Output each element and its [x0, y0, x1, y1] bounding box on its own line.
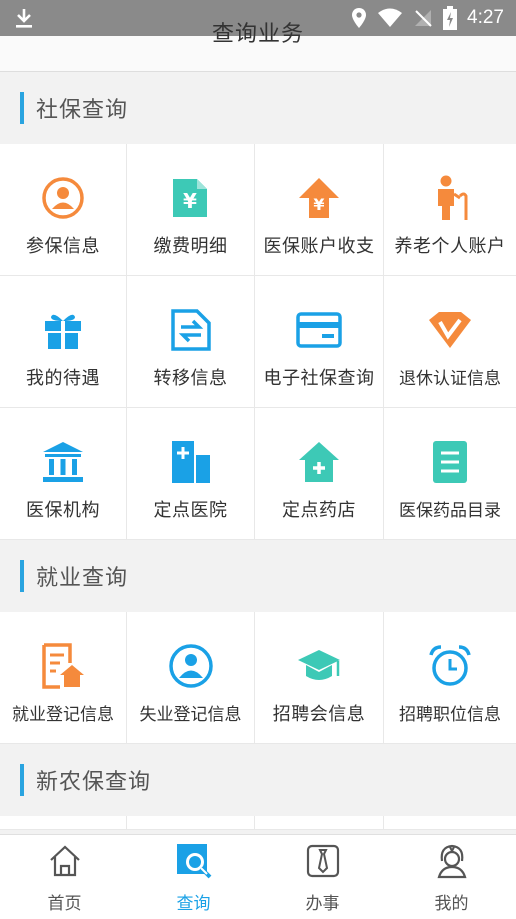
search-icon: [176, 843, 212, 879]
section-header-rural-insurance: 新农保查询: [0, 744, 516, 816]
content-scroll[interactable]: 社保查询 参保信息 ¥ 缴费明细 ¥ 医保账户收支 养老个人账户 我的待遇 转移…: [0, 72, 516, 834]
grid-item-partial[interactable]: [127, 816, 255, 830]
grid-item-label: 医保机构: [26, 500, 100, 521]
grid-item-job-position-info[interactable]: 招聘职位信息: [384, 612, 516, 744]
yuan-document-icon: ¥: [167, 174, 215, 222]
bottom-tab-bar: 首页 查询 办事 我的: [0, 834, 516, 919]
grid-item-employment-registration[interactable]: 就业登记信息: [0, 612, 127, 744]
grid-item-pension-account[interactable]: 养老个人账户: [384, 144, 516, 276]
tie-icon: [305, 843, 341, 879]
person-circle-icon: [39, 174, 87, 222]
employment-grid: 就业登记信息 失业登记信息 招聘会信息 招聘职位信息: [0, 612, 516, 744]
section-accent-bar: [20, 560, 24, 592]
list-document-icon: [426, 438, 474, 486]
social-security-grid: 参保信息 ¥ 缴费明细 ¥ 医保账户收支 养老个人账户 我的待遇 转移信息 电子…: [0, 144, 516, 540]
grid-item-label: 医保药品目录: [399, 501, 501, 521]
hospital-icon: [167, 438, 215, 486]
badge-v-icon: [426, 306, 474, 354]
section-title: 新农保查询: [36, 770, 152, 795]
grid-item-partial[interactable]: [0, 816, 127, 830]
elderly-person-icon: [426, 174, 474, 222]
grid-item-partial[interactable]: [255, 816, 384, 830]
grid-item-label: 我的待遇: [26, 368, 100, 389]
section-title: 就业查询: [36, 566, 129, 591]
institution-icon: [39, 438, 87, 486]
grid-item-label: 转移信息: [153, 368, 228, 389]
rural-insurance-grid: [0, 816, 516, 830]
grid-item-retirement-cert[interactable]: 退休认证信息: [384, 276, 516, 408]
grid-item-medical-institution[interactable]: 医保机构: [0, 408, 127, 540]
user-icon: [434, 843, 470, 879]
grid-item-label: 医保账户收支: [263, 236, 375, 257]
grid-item-job-fair-info[interactable]: 招聘会信息: [255, 612, 384, 744]
grid-item-transfer-info[interactable]: 转移信息: [127, 276, 255, 408]
alarm-clock-icon: [426, 642, 474, 690]
grid-item-payment-details[interactable]: ¥ 缴费明细: [127, 144, 255, 276]
home-icon: [47, 843, 83, 879]
person-badge-icon: [167, 642, 215, 690]
tab-services[interactable]: 办事: [258, 835, 387, 919]
wifi-icon: [377, 8, 403, 28]
grid-item-label: 养老个人账户: [394, 236, 506, 257]
grid-item-label: 缴费明细: [153, 236, 228, 257]
svg-text:¥: ¥: [183, 189, 197, 213]
no-signal-icon: [413, 8, 433, 28]
section-accent-bar: [20, 764, 24, 796]
grid-item-my-benefits[interactable]: 我的待遇: [0, 276, 127, 408]
page-title: 查询业务: [211, 22, 304, 47]
tab-label: 首页: [47, 894, 82, 914]
location-icon: [351, 7, 367, 29]
tab-mine[interactable]: 我的: [387, 835, 516, 919]
download-icon: [14, 7, 34, 29]
yuan-arrow-icon: ¥: [295, 174, 343, 222]
pharmacy-icon: [295, 438, 343, 486]
svg-text:¥: ¥: [313, 195, 324, 214]
tab-label: 查询: [176, 894, 211, 914]
section-header-employment: 就业查询: [0, 540, 516, 612]
grid-item-label: 招聘会信息: [272, 704, 366, 725]
section-header-social-security: 社保查询: [0, 72, 516, 144]
grid-item-drug-catalog[interactable]: 医保药品目录: [384, 408, 516, 540]
grid-item-medical-account[interactable]: ¥ 医保账户收支: [255, 144, 384, 276]
grid-item-label: 参保信息: [26, 236, 100, 257]
title-bar: 查询业务: [0, 24, 516, 72]
grid-item-insurance-info[interactable]: 参保信息: [0, 144, 127, 276]
tab-home[interactable]: 首页: [0, 835, 129, 919]
status-time: 4:27: [467, 7, 504, 28]
tab-query[interactable]: 查询: [129, 835, 258, 919]
grid-item-label: 招聘职位信息: [399, 705, 501, 725]
grid-item-label: 就业登记信息: [12, 705, 114, 725]
grid-item-label: 定点药店: [282, 500, 356, 521]
grid-item-label: 退休认证信息: [399, 369, 501, 389]
grid-item-e-social-card[interactable]: 电子社保查询: [255, 276, 384, 408]
section-accent-bar: [20, 92, 24, 124]
tab-label: 我的: [434, 894, 469, 914]
grid-item-label: 定点医院: [153, 500, 228, 521]
grid-item-unemployment-registration[interactable]: 失业登记信息: [127, 612, 255, 744]
transfer-document-icon: [167, 306, 215, 354]
grid-item-partial[interactable]: [384, 816, 516, 830]
grid-item-designated-hospital[interactable]: 定点医院: [127, 408, 255, 540]
grid-item-label: 失业登记信息: [139, 705, 242, 725]
register-home-icon: [39, 642, 87, 690]
grid-item-designated-pharmacy[interactable]: 定点药店: [255, 408, 384, 540]
grid-item-label: 电子社保查询: [263, 368, 375, 389]
tab-label: 办事: [305, 894, 340, 914]
battery-charging-icon: [443, 6, 458, 30]
section-title: 社保查询: [36, 98, 129, 123]
gift-icon: [39, 306, 87, 354]
graduation-cap-icon: [295, 642, 343, 690]
card-icon: [295, 306, 343, 354]
